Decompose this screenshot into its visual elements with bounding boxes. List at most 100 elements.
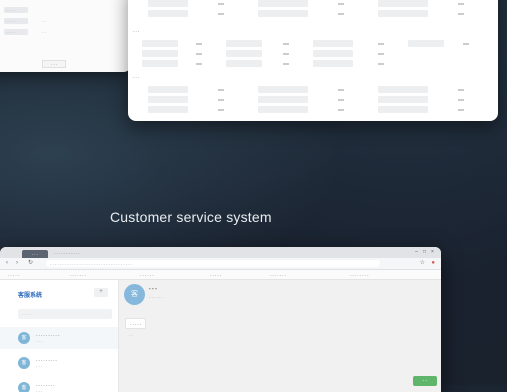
table-cell	[408, 40, 444, 47]
chat-message: - - - - -	[125, 318, 147, 329]
browser-tab[interactable]: - - - - - - - - - - -	[54, 250, 80, 256]
table-cell	[258, 0, 308, 7]
form-field[interactable]: - - - -	[4, 17, 28, 24]
table-cell	[218, 3, 224, 5]
table-cell	[148, 106, 188, 113]
section-label: - - -	[133, 74, 140, 79]
table-cell	[258, 86, 308, 93]
form-value: - -	[42, 28, 46, 34]
section-label: - - -	[133, 28, 140, 33]
maximize-icon[interactable]: □	[422, 250, 427, 255]
table-cell	[142, 40, 178, 47]
table-cell	[313, 50, 353, 57]
table-cell	[378, 10, 428, 17]
browser-tab-active[interactable]: - - -	[22, 250, 48, 258]
table-row	[138, 40, 488, 48]
config-table-panel: - - - - - -	[128, 0, 498, 121]
table-cell	[283, 43, 289, 45]
table-group	[138, 40, 488, 68]
conversation-name: - - - - - - - - -	[36, 357, 57, 362]
table-cell	[226, 50, 262, 57]
left-form-panel: - - - - - - - - - - - - - - - - - - -	[0, 0, 130, 72]
table-row	[138, 50, 488, 58]
table-cell	[148, 96, 188, 103]
table-cell	[378, 86, 428, 93]
forward-icon[interactable]: ›	[16, 260, 18, 267]
bookmark-bar: - - - - - - - - - - - - - - - - - - - - …	[0, 270, 441, 280]
table-cell	[378, 63, 384, 65]
table-row	[138, 10, 488, 18]
form-row: - - - -	[4, 6, 28, 13]
bookmark-item[interactable]: - - - - -	[210, 272, 221, 277]
table-cell	[226, 40, 262, 47]
table-cell	[196, 53, 202, 55]
table-cell	[458, 13, 464, 15]
table-cell	[258, 96, 308, 103]
table-cell	[378, 53, 384, 55]
table-cell	[226, 60, 262, 67]
table-cell	[338, 109, 344, 111]
form-field[interactable]: - - - -	[4, 28, 28, 35]
table-cell	[458, 99, 464, 101]
table-cell	[463, 43, 469, 45]
bookmark-item[interactable]: - - - - -	[8, 272, 19, 277]
minimize-icon[interactable]: –	[414, 250, 419, 255]
conversation-sidebar: 客服系统 + - - - - 客 - - - - - - - - - - - -…	[0, 280, 119, 392]
customer-service-app-window: - - - - - - - - - - - - - - – □ × ‹ › ↻ …	[0, 247, 441, 392]
chat-contact-name: - - -	[149, 286, 157, 292]
table-row	[138, 0, 488, 8]
search-input[interactable]: - - - -	[18, 309, 112, 319]
form-field[interactable]: - - - -	[4, 6, 28, 13]
table-row	[138, 60, 488, 68]
form-value: - -	[42, 17, 46, 23]
table-row	[138, 96, 488, 104]
table-row	[138, 86, 488, 94]
extension-icon[interactable]: ●	[431, 260, 435, 267]
bookmark-item[interactable]: - - - - - - -	[270, 272, 286, 277]
table-cell	[142, 60, 178, 67]
table-cell	[283, 53, 289, 55]
form-row: - - - - - -	[4, 28, 56, 35]
table-cell	[378, 106, 428, 113]
conversation-preview: - - -	[36, 338, 43, 343]
bookmark-item[interactable]: - - - - - - - -	[350, 272, 368, 277]
refresh-icon[interactable]: ↻	[28, 260, 33, 267]
table-cell	[378, 43, 384, 45]
chat-contact-status: - - - - - -	[149, 294, 163, 299]
table-cell	[148, 10, 188, 17]
back-icon[interactable]: ‹	[6, 260, 8, 267]
table-cell	[218, 109, 224, 111]
table-cell	[313, 60, 353, 67]
table-cell	[458, 3, 464, 5]
table-group	[138, 0, 488, 18]
avatar: 客	[124, 284, 145, 305]
conversation-name: - - - - - - - - - -	[36, 332, 60, 337]
browser-tab-strip: - - - - - - - - - - - - - - – □ ×	[0, 247, 441, 258]
url-input[interactable]: - - - - - - - - - - - - - - - - - - - - …	[46, 260, 380, 267]
chat-panel: 客 - - - - - - - - - - - - - - - - - -	[119, 280, 441, 392]
table-cell	[338, 13, 344, 15]
form-submit-button[interactable]: - - -	[42, 60, 66, 68]
table-cell	[338, 3, 344, 5]
table-cell	[283, 63, 289, 65]
star-icon[interactable]: ☆	[420, 260, 425, 267]
table-group	[138, 86, 488, 114]
section-heading: Customer service system	[110, 209, 272, 225]
conversation-item[interactable]: 客 - - - - - - - - - - - - -	[0, 327, 118, 349]
table-cell	[458, 109, 464, 111]
close-icon[interactable]: ×	[430, 250, 435, 255]
avatar: 客	[18, 382, 30, 392]
avatar: 客	[18, 332, 30, 344]
table-cell	[258, 10, 308, 17]
table-cell	[142, 50, 178, 57]
bookmark-item[interactable]: - - - - - -	[140, 272, 154, 277]
conversation-preview: - - -	[36, 363, 43, 368]
avatar: 客	[18, 357, 30, 369]
add-conversation-button[interactable]: +	[94, 288, 108, 297]
table-cell	[378, 0, 428, 7]
table-cell	[196, 63, 202, 65]
bookmark-item[interactable]: - - - - - - -	[70, 272, 86, 277]
browser-address-bar: ‹ › ↻ - - - - - - - - - - - - - - - - - …	[0, 258, 441, 270]
conversation-item[interactable]: 客 - - - - - - - - - - - -	[0, 352, 118, 374]
table-row	[138, 106, 488, 114]
